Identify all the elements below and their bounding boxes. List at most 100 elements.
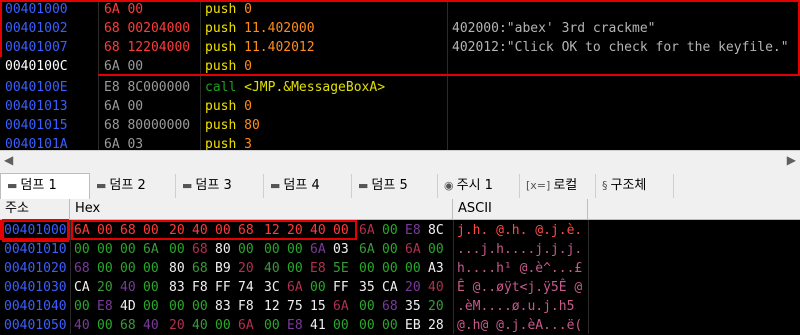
- disasm-line[interactable]: 0040100C 6A 00 push 0: [0, 57, 800, 77]
- hex-byte[interactable]: 00: [359, 297, 375, 316]
- hex-byte[interactable]: 00: [287, 259, 303, 278]
- dump-row[interactable]: 00401020 68 00 00 00 80 68 B9 20 40 00 E8 5E 00 00 00 A3…: [0, 259, 800, 278]
- dump-row[interactable]: 00401050 40 00 68 40 20 40 00 6A 00 E8 41 00 00 00 EB 28…: [0, 316, 800, 335]
- hex-byte[interactable]: 00: [192, 297, 208, 316]
- hex-byte[interactable]: 6A: [359, 221, 375, 240]
- disasm-line[interactable]: 00401000 6A 00 push 0: [0, 0, 800, 20]
- hex-byte[interactable]: 00: [97, 240, 113, 259]
- column-header-address[interactable]: 주소: [0, 199, 70, 219]
- hex-byte[interactable]: 20: [428, 297, 444, 316]
- hex-byte[interactable]: 00: [238, 240, 254, 259]
- hex-byte[interactable]: 68: [120, 316, 136, 335]
- hex-dump-view[interactable]: 00401000 6A 00 68 00 20 40 00 68 12 20 40 00 6A 00 E8 8C…: [0, 219, 800, 335]
- hex-byte[interactable]: 00: [74, 297, 90, 316]
- dump-address[interactable]: 00401010: [4, 240, 67, 259]
- hex-byte[interactable]: 6A: [405, 240, 421, 259]
- hex-byte[interactable]: 20: [405, 278, 421, 297]
- horizontal-scrollbar[interactable]: ◀ ▶: [0, 150, 800, 171]
- hex-byte[interactable]: A3: [428, 259, 444, 278]
- hex-byte[interactable]: 00: [143, 259, 159, 278]
- hex-byte[interactable]: E8: [97, 297, 113, 316]
- instruction-address[interactable]: 0040100C: [5, 57, 68, 77]
- hex-byte[interactable]: 6A: [359, 240, 375, 259]
- hex-byte[interactable]: 80: [169, 259, 185, 278]
- hex-byte[interactable]: 40: [120, 278, 136, 297]
- column-header-hex[interactable]: Hex: [70, 199, 453, 219]
- hex-byte[interactable]: 20: [169, 316, 185, 335]
- hex-byte[interactable]: 00: [97, 259, 113, 278]
- hex-byte[interactable]: 00: [169, 297, 185, 316]
- hex-byte[interactable]: 6A: [143, 240, 159, 259]
- hex-byte[interactable]: 6A: [310, 240, 326, 259]
- disasm-line[interactable]: 00401007 68 12204000 push 11.402012 402012:…: [0, 38, 800, 58]
- hex-byte[interactable]: E8: [310, 259, 326, 278]
- hex-byte[interactable]: 00: [74, 240, 90, 259]
- hex-byte[interactable]: E8: [405, 221, 421, 240]
- hex-byte[interactable]: 00: [382, 316, 398, 335]
- instruction-address[interactable]: 00401002: [5, 19, 68, 39]
- disasm-line[interactable]: 00401002 68 00204000 push 11.402000 402000:…: [0, 19, 800, 39]
- hex-byte[interactable]: 5E: [333, 259, 349, 278]
- hex-byte[interactable]: 00: [382, 221, 398, 240]
- hex-byte[interactable]: 03: [333, 240, 349, 259]
- hex-byte[interactable]: 6A: [287, 278, 303, 297]
- hex-byte[interactable]: 00: [169, 240, 185, 259]
- hex-byte[interactable]: 00: [143, 297, 159, 316]
- tab-dump-5[interactable]: ▬ 덤프 5: [352, 174, 438, 198]
- hex-byte[interactable]: 40: [192, 316, 208, 335]
- hex-byte[interactable]: 00: [264, 316, 280, 335]
- dump-row[interactable]: 00401030 CA 20 40 00 83 F8 FF 74 3C 6A 00 FF 35 CA 20 40…: [0, 278, 800, 297]
- hex-byte[interactable]: 8C: [428, 221, 444, 240]
- hex-byte[interactable]: 28: [428, 316, 444, 335]
- hex-byte[interactable]: F8: [238, 297, 254, 316]
- instruction-address[interactable]: 00401015: [5, 116, 68, 136]
- dump-address[interactable]: 00401020: [4, 259, 67, 278]
- hex-byte[interactable]: 00: [264, 240, 280, 259]
- hex-byte[interactable]: 3C: [264, 278, 280, 297]
- hex-byte[interactable]: 15: [310, 297, 326, 316]
- instruction-address[interactable]: 0040100E: [5, 78, 68, 98]
- column-header-ascii[interactable]: ASCII: [453, 199, 588, 219]
- hex-byte[interactable]: 68: [192, 240, 208, 259]
- disasm-line[interactable]: 00401015 68 80000000 push 80: [0, 116, 800, 136]
- hex-byte[interactable]: 68: [382, 297, 398, 316]
- hex-byte[interactable]: EB: [405, 316, 421, 335]
- hex-byte[interactable]: 80: [215, 240, 231, 259]
- hex-byte[interactable]: 00: [359, 259, 375, 278]
- instruction-address[interactable]: 00401000: [5, 0, 68, 20]
- hex-byte[interactable]: CA: [74, 278, 90, 297]
- hex-byte[interactable]: 00: [359, 316, 375, 335]
- tab-dump-4[interactable]: ▬ 덤프 4: [264, 174, 352, 198]
- hex-byte[interactable]: 74: [238, 278, 254, 297]
- instruction-address[interactable]: 00401013: [5, 97, 68, 117]
- hex-byte[interactable]: CA: [382, 278, 398, 297]
- hex-byte[interactable]: 83: [169, 278, 185, 297]
- disasm-line[interactable]: 00401013 6A 00 push 0: [0, 97, 800, 117]
- hex-byte[interactable]: 00: [428, 240, 444, 259]
- hex-byte[interactable]: 00: [333, 316, 349, 335]
- hex-byte[interactable]: 00: [97, 316, 113, 335]
- tab-dump-1[interactable]: ▬ 덤프 1: [0, 173, 90, 199]
- hex-byte[interactable]: 68: [74, 259, 90, 278]
- hex-byte[interactable]: 20: [97, 278, 113, 297]
- hex-byte[interactable]: 68: [192, 259, 208, 278]
- dump-row[interactable]: 00401040 00 E8 4D 00 00 00 83 F8 12 75 15 6A 00 68 35 20…: [0, 297, 800, 316]
- disasm-line[interactable]: 0040100E E8 8C000000 call <JMP.&MessageBox…: [0, 78, 800, 98]
- dump-address[interactable]: 00401050: [4, 316, 67, 335]
- hex-byte[interactable]: 75: [287, 297, 303, 316]
- hex-byte[interactable]: 00: [143, 278, 159, 297]
- tab-dump-2[interactable]: ▬ 덤프 2: [90, 174, 176, 198]
- tab-dump-3[interactable]: ▬ 덤프 3: [176, 174, 264, 198]
- dump-address[interactable]: 00401030: [4, 278, 67, 297]
- tab-dump-6[interactable]: ◉ 주시 1: [438, 174, 520, 198]
- hex-byte[interactable]: 40: [428, 278, 444, 297]
- hex-byte[interactable]: 00: [310, 278, 326, 297]
- hex-byte[interactable]: 00: [405, 259, 421, 278]
- hex-byte[interactable]: 6A: [333, 297, 349, 316]
- dump-address[interactable]: 00401040: [4, 297, 67, 316]
- hex-byte[interactable]: 00: [215, 316, 231, 335]
- hex-byte[interactable]: 12: [264, 297, 280, 316]
- instruction-address[interactable]: 00401007: [5, 38, 68, 58]
- hex-byte[interactable]: 41: [310, 316, 326, 335]
- tab-dump-8[interactable]: § 구조체: [596, 174, 674, 198]
